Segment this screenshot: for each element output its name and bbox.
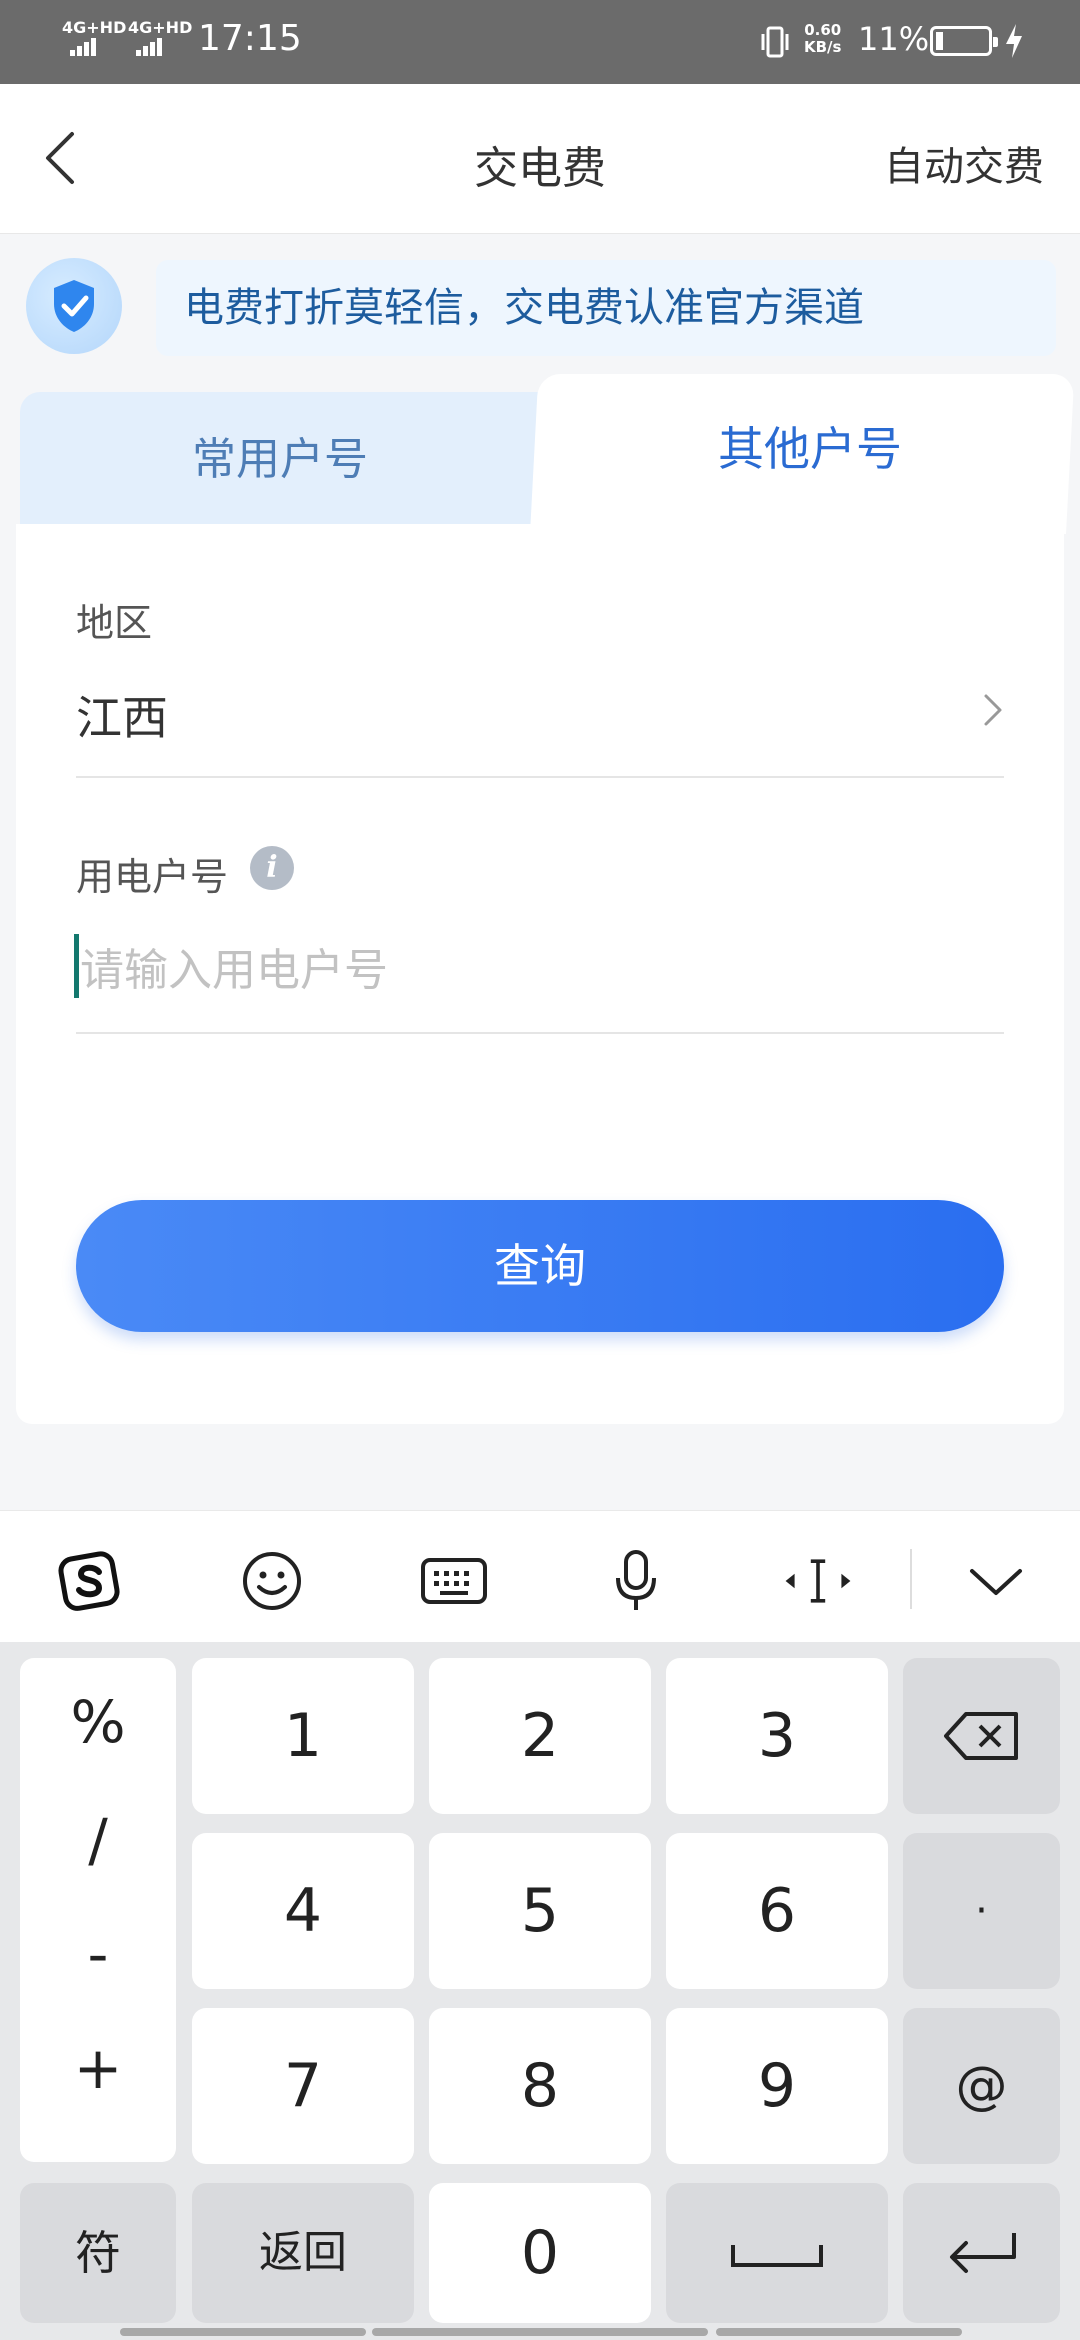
key-8[interactable]: 8: [429, 2008, 651, 2164]
symbol-column[interactable]: % / - +: [20, 1658, 176, 2162]
symbols-key[interactable]: 符: [20, 2183, 176, 2323]
status-bar: 4G+HD 4G+HD 17:15 0.60 KB/s 11%: [0, 0, 1080, 84]
backspace-icon: [943, 1712, 1018, 1760]
sim2-label: 4G+HD: [128, 18, 193, 37]
signal-icon: 4G+HD: [128, 20, 192, 56]
key-1[interactable]: 1: [192, 1658, 414, 1814]
space-key[interactable]: [666, 2183, 888, 2323]
sogou-logo-icon[interactable]: [54, 1545, 126, 1617]
clock: 17:15: [198, 18, 302, 59]
key-minus[interactable]: -: [20, 1920, 176, 1988]
keyboard-icon[interactable]: [418, 1545, 490, 1617]
vibrate-icon: [761, 26, 789, 58]
signal-icon: 4G+HD: [62, 20, 126, 56]
space-icon: [731, 2245, 823, 2267]
auto-pay-link[interactable]: 自动交费: [884, 134, 1044, 192]
network-speed: 0.60 KB/s: [804, 22, 841, 56]
tab-other-accounts[interactable]: 其他户号: [560, 374, 1060, 524]
net-speed-unit: KB/s: [804, 38, 842, 56]
key-3[interactable]: 3: [666, 1658, 888, 1814]
battery-icon: [930, 26, 998, 56]
keyboard-toolbar: [0, 1510, 1080, 1642]
collapse-chevron-icon[interactable]: [960, 1545, 1032, 1617]
tab-common-accounts[interactable]: 常用户号: [20, 392, 540, 527]
divider: [76, 776, 1004, 778]
query-button[interactable]: 查询: [76, 1200, 1004, 1332]
divider: [76, 1032, 1004, 1034]
chevron-right-icon[interactable]: [980, 690, 1006, 730]
official-channel-notice: 电费打折莫轻信，交电费认准官方渠道: [156, 260, 1056, 356]
key-plus[interactable]: +: [20, 2034, 176, 2102]
key-2[interactable]: 2: [429, 1658, 651, 1814]
account-number-input[interactable]: [76, 930, 1004, 1010]
cursor-move-icon[interactable]: [782, 1545, 854, 1617]
battery-percent: 11%: [858, 20, 930, 58]
region-select[interactable]: 江西: [76, 682, 168, 748]
key-9[interactable]: 9: [666, 2008, 888, 2164]
key-7[interactable]: 7: [192, 2008, 414, 2164]
region-label: 地区: [76, 601, 153, 645]
key-5[interactable]: 5: [429, 1833, 651, 1989]
info-icon[interactable]: i: [250, 846, 294, 890]
backspace-key[interactable]: [903, 1658, 1060, 1814]
gesture-bar: [120, 2328, 366, 2336]
key-0[interactable]: 0: [429, 2183, 651, 2323]
key-dot[interactable]: ·: [903, 1833, 1060, 1989]
toolbar-separator: [910, 1549, 912, 1609]
enter-icon: [949, 2233, 1016, 2273]
microphone-icon[interactable]: [600, 1545, 672, 1617]
charging-bolt-icon: [1006, 24, 1022, 58]
key-slash[interactable]: /: [20, 1806, 176, 1874]
account-number-label: 用电户号: [76, 855, 229, 899]
enter-key[interactable]: [903, 2183, 1060, 2323]
net-speed-value: 0.60: [804, 21, 842, 39]
return-key[interactable]: 返回: [192, 2183, 414, 2323]
key-at[interactable]: @: [903, 2008, 1060, 2164]
key-4[interactable]: 4: [192, 1833, 414, 1989]
shield-check-icon: [26, 258, 122, 354]
gesture-bar: [372, 2328, 708, 2336]
text-caret: [74, 934, 79, 998]
app-header: 交电费 自动交费: [0, 84, 1080, 234]
key-percent[interactable]: %: [20, 1688, 176, 1756]
key-6[interactable]: 6: [666, 1833, 888, 1989]
emoji-icon[interactable]: [236, 1545, 308, 1617]
gesture-bar: [716, 2328, 962, 2336]
sim1-label: 4G+HD: [62, 18, 127, 37]
